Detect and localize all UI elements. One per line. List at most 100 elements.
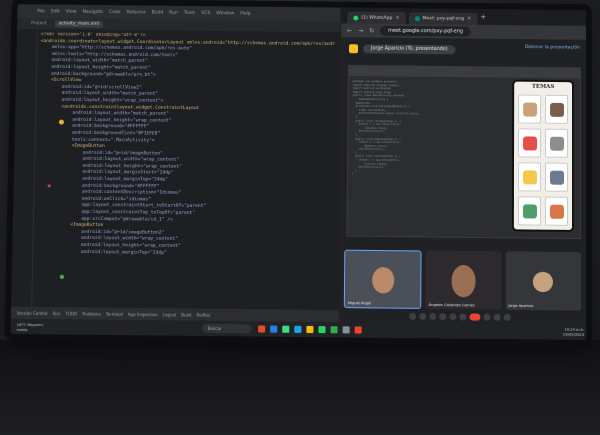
reload-icon[interactable]: ↻ (369, 27, 374, 34)
taskbar-search[interactable]: Buscar (201, 323, 252, 334)
browser-tabbar: (1) WhatsApp × Meet: pxy-pqf-eng × + (341, 7, 586, 26)
taskbar-app-icon[interactable] (318, 326, 326, 334)
android-studio-window: File Edit View Navigate Code Refactor Build Run… (10, 4, 344, 323)
more-options-icon[interactable] (459, 313, 467, 321)
menu-item-help[interactable]: Help (240, 11, 250, 16)
browser-tab-meet[interactable]: Meet: pxy-pqf-eng × (408, 12, 478, 25)
menu-item-edit[interactable]: Edit (51, 9, 60, 14)
new-tab-button[interactable]: + (480, 13, 486, 21)
menu-item-code[interactable]: Code (109, 10, 121, 15)
menu-item-run[interactable]: Run (169, 10, 178, 15)
menu-item-refactor[interactable]: Refactor (127, 10, 146, 15)
tool-window-problems[interactable]: Problems (82, 311, 101, 316)
info-icon[interactable] (483, 313, 491, 321)
phone-title: TEMAS (531, 83, 555, 90)
topic-card[interactable] (544, 196, 569, 226)
menu-item-file[interactable]: File (37, 9, 45, 14)
tool-window-terminal[interactable]: Terminal (106, 311, 123, 316)
participant-name: Jorge Aparicio (508, 303, 534, 309)
topic-image-icon (522, 135, 537, 151)
menu-item-vcs[interactable]: VCS (201, 11, 210, 16)
participant-name: Miguel Ángel (347, 301, 372, 306)
url-field[interactable]: meet.google.com/pxy-pqf-eng (380, 25, 471, 37)
meet-logo-icon (349, 43, 359, 53)
topic-card[interactable] (544, 162, 569, 192)
tool-window-app-inspection[interactable]: App Inspection (128, 311, 158, 316)
topic-image-icon (522, 203, 537, 219)
browser-tab-whatsapp[interactable]: (1) WhatsApp × (347, 11, 406, 25)
monitor: File Edit View Navigate Code Refactor Build Run… (10, 4, 587, 340)
participant-tile[interactable]: Miguel Ángel (343, 249, 422, 309)
end-call-button[interactable] (469, 313, 481, 321)
tab-activity-main-xml[interactable]: activity_main.xml (54, 20, 104, 28)
present-icon[interactable] (449, 313, 457, 321)
menu-item-build[interactable]: Build (152, 10, 164, 15)
stop-presenting-button[interactable]: Detener la presentación (525, 45, 580, 51)
participant-tile[interactable]: Ángeles Collantes Gomez (425, 250, 502, 310)
menu-item-window[interactable]: Window (216, 11, 234, 16)
taskbar-app-icon[interactable] (330, 326, 338, 334)
shared-code-view: package com.example.proyecto; import and… (351, 79, 420, 176)
whatsapp-icon (353, 15, 359, 21)
shared-ide-toolbar (348, 66, 580, 79)
code-editor[interactable]: <?xml version="1.0" encoding="utf-8"?> <a… (35, 32, 338, 310)
topic-card[interactable] (545, 94, 569, 124)
taskbar-app-icon[interactable] (342, 326, 350, 334)
emulator-phone: TEMAS (511, 79, 575, 232)
close-icon[interactable]: × (467, 16, 471, 22)
chat-icon[interactable] (503, 313, 511, 321)
topic-image-icon (522, 102, 537, 117)
taskbar-app-icon[interactable] (293, 325, 302, 333)
people-icon[interactable] (493, 313, 501, 321)
tool-window-build[interactable]: Build (181, 312, 191, 317)
topic-card[interactable] (517, 162, 542, 192)
taskbar-clock[interactable]: 10:24 a.m. 05/05/2023 (563, 328, 584, 337)
taskbar-app-icon[interactable] (257, 325, 265, 333)
topic-image-icon (549, 204, 564, 219)
topic-image-icon (522, 169, 537, 184)
menu-item-tools[interactable]: Tools (184, 10, 195, 15)
browser-tab-label: Meet: pxy-pqf-eng (422, 15, 465, 22)
close-icon[interactable]: × (395, 15, 399, 21)
participant-video (371, 267, 395, 294)
tool-window-version-control[interactable]: Version Control (17, 310, 48, 315)
captions-icon[interactable] (429, 313, 437, 321)
browser-tab-label: (1) WhatsApp (361, 15, 393, 21)
desk-surface (0, 340, 600, 435)
participant-tile[interactable]: Jorge Aparicio (505, 251, 582, 311)
topic-card[interactable] (518, 94, 542, 124)
tool-window-logcat[interactable]: Logcat (163, 312, 177, 317)
weather-widget[interactable]: 16°C Mayorm. nubla. (17, 321, 45, 331)
tab-project[interactable]: Project (27, 20, 51, 27)
raise-hand-icon[interactable] (439, 313, 447, 321)
topic-card[interactable] (518, 128, 542, 158)
meet-icon (414, 15, 420, 21)
topic-image-icon (549, 102, 564, 117)
camera-icon[interactable] (419, 312, 427, 321)
browser-window: (1) WhatsApp × Meet: pxy-pqf-eng × + ← →… (338, 7, 587, 326)
topic-card[interactable] (545, 128, 569, 158)
ide-tabbar: Project activity_main.xml (17, 18, 341, 33)
taskbar-app-icon[interactable] (306, 325, 314, 334)
forward-icon[interactable]: → (358, 27, 363, 34)
topic-card[interactable] (517, 196, 541, 226)
taskbar-app-icon[interactable] (281, 325, 289, 333)
participant-name: Ángeles Collantes Gomez (428, 302, 475, 308)
tool-window-todo[interactable]: TODO (65, 311, 77, 316)
taskbar-app-icon[interactable] (269, 325, 277, 333)
shared-screen: package com.example.proyecto; import and… (346, 65, 582, 240)
taskbar-apps (257, 325, 362, 334)
mic-icon[interactable] (409, 312, 417, 320)
clock-date: 05/05/2023 (563, 332, 585, 337)
participant-avatar (533, 271, 554, 293)
presenting-label: Jorge Aparicio (Tú, presentando) (362, 43, 456, 54)
menu-item-navigate[interactable]: Navigate (82, 9, 103, 14)
participant-tiles: Miguel Ángel Ángeles Collantes Gomez Jor… (343, 249, 582, 311)
tool-window-profiler[interactable]: Profiler (196, 312, 210, 317)
topic-grid (517, 94, 569, 226)
menu-item-view[interactable]: View (66, 9, 77, 14)
taskbar-app-icon[interactable] (354, 326, 362, 334)
participant-video (451, 265, 476, 298)
back-icon[interactable]: ← (347, 27, 352, 34)
tool-window-run[interactable]: Run (53, 311, 61, 316)
